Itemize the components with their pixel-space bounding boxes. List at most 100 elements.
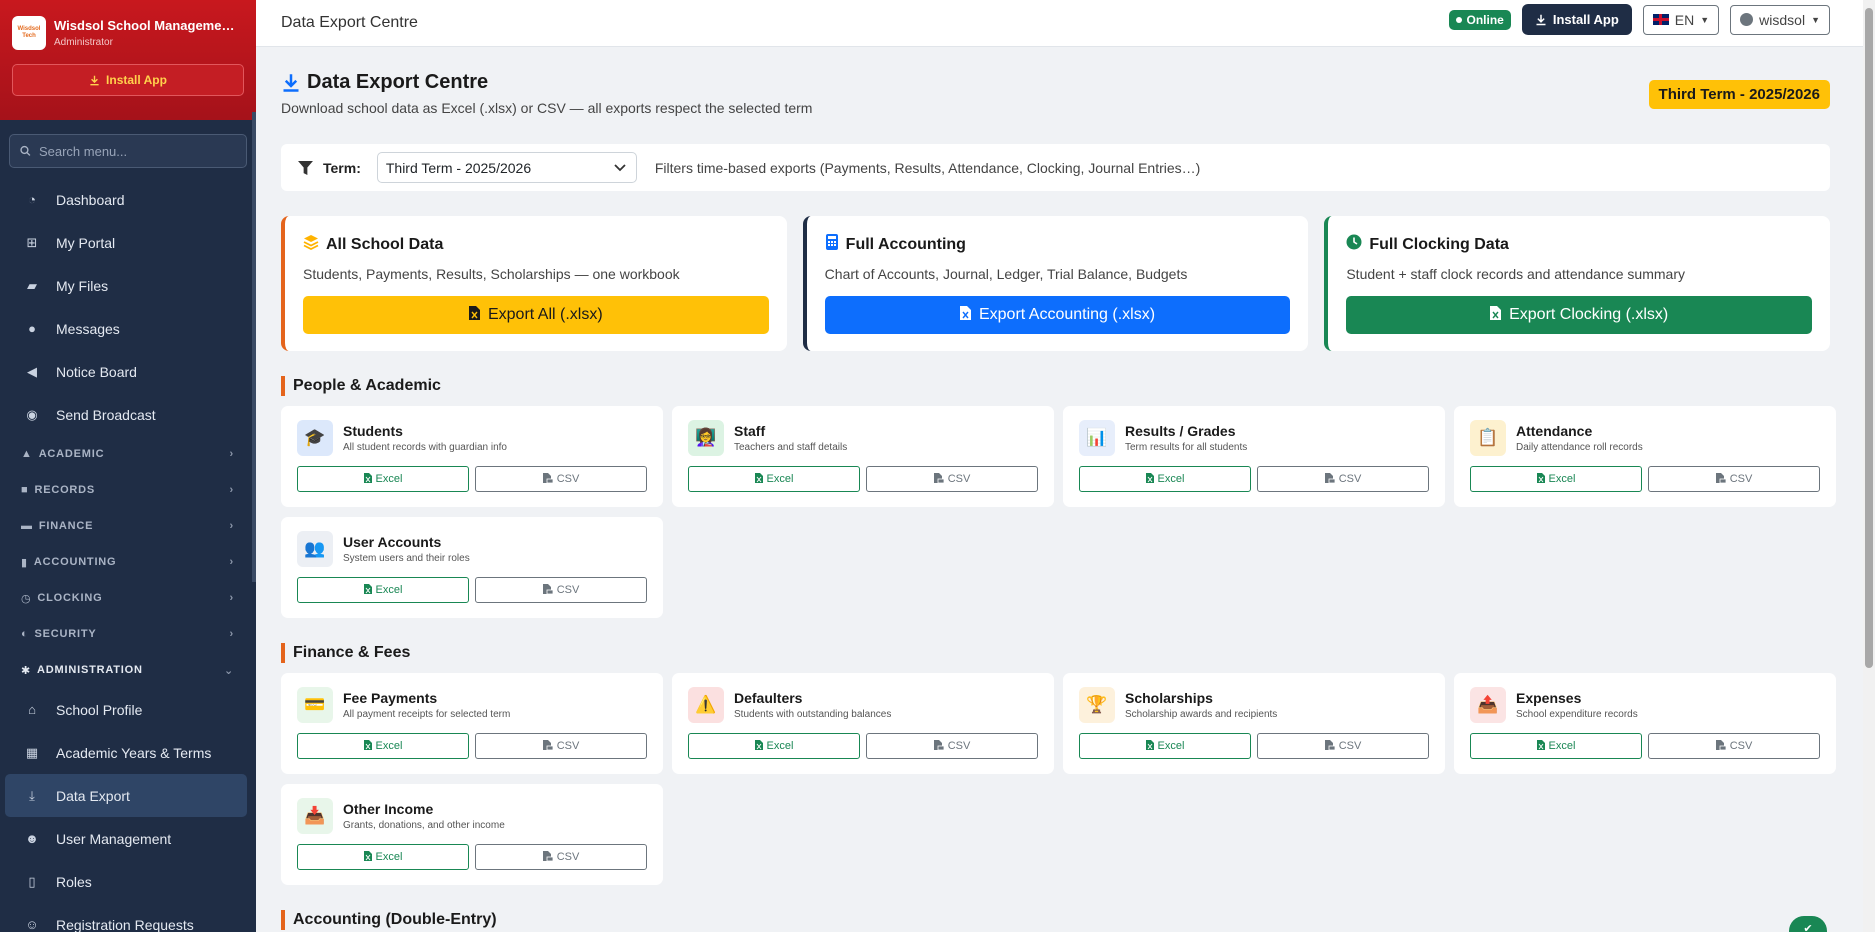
export-csv-button-fee-payments[interactable]: CSV bbox=[475, 733, 647, 759]
export-excel-button-user-accounts[interactable]: Excel bbox=[297, 577, 469, 603]
sidebar-group-label: RECORDS bbox=[34, 484, 96, 496]
card-icon-glyph: 🏆 bbox=[1086, 695, 1108, 714]
sidebar-item-label: Data Export bbox=[56, 787, 130, 804]
export-excel-button-other-income[interactable]: Excel bbox=[297, 844, 469, 870]
sidebar-group-clocking[interactable]: ◷ CLOCKING › bbox=[0, 580, 256, 616]
language-dropdown[interactable]: EN ▼ bbox=[1642, 4, 1720, 35]
sidebar-item-label: Send Broadcast bbox=[56, 406, 156, 423]
export-excel-button-attendance[interactable]: Excel bbox=[1470, 466, 1642, 492]
file-csv-icon bbox=[1324, 739, 1336, 753]
export-excel-button-students[interactable]: Excel bbox=[297, 466, 469, 492]
export-csv-button-results-grades[interactable]: CSV bbox=[1257, 466, 1429, 492]
term-select-value: Third Term - 2025/2026 bbox=[385, 159, 532, 176]
export-csv-button-user-accounts[interactable]: CSV bbox=[475, 577, 647, 603]
sidebar-item-user-management[interactable]: ☻ User Management bbox=[5, 817, 247, 860]
export-card-title: Staff bbox=[734, 423, 766, 439]
sidebar-item-school-profile[interactable]: ⌂ School Profile bbox=[5, 688, 247, 731]
download-icon bbox=[283, 73, 299, 92]
export-all-button[interactable]: Export All (.xlsx) bbox=[303, 296, 769, 334]
credit-card-icon: 💳 bbox=[297, 687, 333, 723]
export-grid-people-academic: 🎓 Students All student records with guardi… bbox=[281, 406, 1836, 618]
export-excel-button-scholarships[interactable]: Excel bbox=[1079, 733, 1251, 759]
export-excel-button-results-grades[interactable]: Excel bbox=[1079, 466, 1251, 492]
sidebar-group-finance[interactable]: ▬ FINANCE › bbox=[0, 508, 256, 544]
chevron-right-icon: › bbox=[229, 448, 234, 460]
bulk-card-desc: Students, Payments, Results, Scholarship… bbox=[303, 266, 680, 282]
sidebar-group-academic[interactable]: ▲ ACADEMIC › bbox=[0, 436, 256, 472]
page-title: Data Export Centre bbox=[281, 71, 1830, 94]
calculator-icon bbox=[825, 234, 839, 255]
sidebar-item-send-broadcast[interactable]: ◉ Send Broadcast bbox=[5, 393, 247, 436]
sidebar-group-label: ADMINISTRATION bbox=[37, 664, 143, 676]
export-card-desc: System users and their roles bbox=[343, 553, 470, 564]
sidebar-group-security[interactable]: ◐ SECURITY › bbox=[0, 616, 256, 652]
sidebar-item-messages[interactable]: ● Messages bbox=[5, 307, 247, 350]
export-excel-button-fee-payments[interactable]: Excel bbox=[297, 733, 469, 759]
sidebar-item-roles[interactable]: ▯ Roles bbox=[5, 860, 247, 903]
term-select[interactable]: Third Term - 2025/2026 bbox=[376, 152, 637, 183]
gear-icon: ✱ bbox=[21, 664, 32, 677]
page-scrollbar[interactable] bbox=[1863, 0, 1875, 932]
chevron-right-icon: › bbox=[229, 484, 234, 496]
brand[interactable]: Wisdsol Tech Wisdsol School Manageme… Ad… bbox=[12, 16, 244, 50]
sidebar-item-my-files[interactable]: ▰ My Files bbox=[5, 264, 247, 307]
export-excel-button-expenses[interactable]: Excel bbox=[1470, 733, 1642, 759]
sidebar-group-label: SECURITY bbox=[34, 628, 97, 640]
bulk-card-button-label: Export Clocking (.xlsx) bbox=[1509, 306, 1669, 323]
sidebar-group-accounting[interactable]: ▮ ACCOUNTING › bbox=[0, 544, 256, 580]
chevron-right-icon: › bbox=[229, 592, 234, 604]
export-csv-button-expenses[interactable]: CSV bbox=[1648, 733, 1820, 759]
csv-label: CSV bbox=[556, 473, 580, 485]
term-label: Term: bbox=[323, 159, 361, 176]
sync-status-check-icon[interactable]: ✔ bbox=[1789, 916, 1827, 932]
export-csv-button-other-income[interactable]: CSV bbox=[475, 844, 647, 870]
money-icon: ▬ bbox=[21, 520, 33, 532]
status-label: Online bbox=[1466, 12, 1504, 27]
file-excel-icon bbox=[363, 850, 372, 864]
bulk-card-title: All School Data bbox=[303, 234, 769, 255]
sidebar-search-input[interactable] bbox=[38, 143, 236, 159]
csv-label: CSV bbox=[556, 584, 580, 596]
export-card-expenses: 📤 Expenses School expenditure records Excel… bbox=[1454, 673, 1836, 774]
export-excel-button-staff[interactable]: Excel bbox=[688, 466, 860, 492]
file-excel-icon bbox=[363, 739, 372, 753]
page-scrollbar-thumb[interactable] bbox=[1865, 8, 1873, 668]
csv-label: CSV bbox=[1338, 740, 1362, 752]
sidebar-search[interactable] bbox=[9, 134, 247, 168]
inbox-icon: 📥 bbox=[297, 798, 333, 834]
sidebar-item-dashboard[interactable]: ◔ Dashboard bbox=[5, 178, 247, 221]
sidebar-item-data-export[interactable]: ⤓ Data Export bbox=[5, 774, 247, 817]
users-icon: 👥 bbox=[297, 531, 333, 567]
sidebar-install-app-button[interactable]: Install App bbox=[12, 64, 244, 96]
export-csv-button-defaulters[interactable]: CSV bbox=[866, 733, 1038, 759]
sidebar-group-records[interactable]: ■ RECORDS › bbox=[0, 472, 256, 508]
download-icon bbox=[1536, 14, 1546, 25]
export-csv-button-staff[interactable]: CSV bbox=[866, 466, 1038, 492]
term-filter-note: Filters time-based exports (Payments, Re… bbox=[654, 159, 1201, 176]
sidebar-group-administration[interactable]: ✱ ADMINISTRATION ⌄ bbox=[0, 652, 256, 688]
export-accounting-button[interactable]: Export Accounting (.xlsx) bbox=[824, 296, 1291, 334]
bulk-card-button-label: Export Accounting (.xlsx) bbox=[978, 306, 1156, 323]
sidebar-item-my-portal[interactable]: ⊞ My Portal bbox=[5, 221, 247, 264]
sidebar-item-registration-requests[interactable]: ☺ Registration Requests bbox=[5, 903, 247, 932]
export-csv-button-students[interactable]: CSV bbox=[475, 466, 647, 492]
sidebar-item-notice-board[interactable]: ◀ Notice Board bbox=[5, 350, 247, 393]
install-app-button[interactable]: Install App bbox=[1521, 4, 1632, 35]
chevron-right-icon: › bbox=[229, 520, 234, 532]
sidebar-item-academic-years-terms[interactable]: ▦ Academic Years & Terms bbox=[5, 731, 247, 774]
export-excel-button-defaulters[interactable]: Excel bbox=[688, 733, 860, 759]
user-dropdown[interactable]: wisdsol ▼ bbox=[1730, 4, 1830, 35]
card-icon-glyph: 📥 bbox=[304, 806, 326, 825]
sidebar-item-label: Academic Years & Terms bbox=[56, 744, 212, 761]
export-card-title: Other Income bbox=[343, 801, 434, 817]
clipboard-icon: 📋 bbox=[1470, 420, 1506, 456]
export-csv-button-scholarships[interactable]: CSV bbox=[1257, 733, 1429, 759]
csv-label: CSV bbox=[1729, 740, 1753, 752]
bulk-card-full-clocking-data: Full Clocking Data Student + staff clock … bbox=[1324, 216, 1831, 351]
filter-icon bbox=[298, 160, 313, 175]
export-clocking-button[interactable]: Export Clocking (.xlsx) bbox=[1346, 296, 1813, 334]
export-csv-button-attendance[interactable]: CSV bbox=[1648, 466, 1820, 492]
warning-icon: ⚠️ bbox=[688, 687, 724, 723]
file-excel-icon bbox=[468, 305, 480, 325]
download-icon: ⤓ bbox=[29, 787, 35, 803]
